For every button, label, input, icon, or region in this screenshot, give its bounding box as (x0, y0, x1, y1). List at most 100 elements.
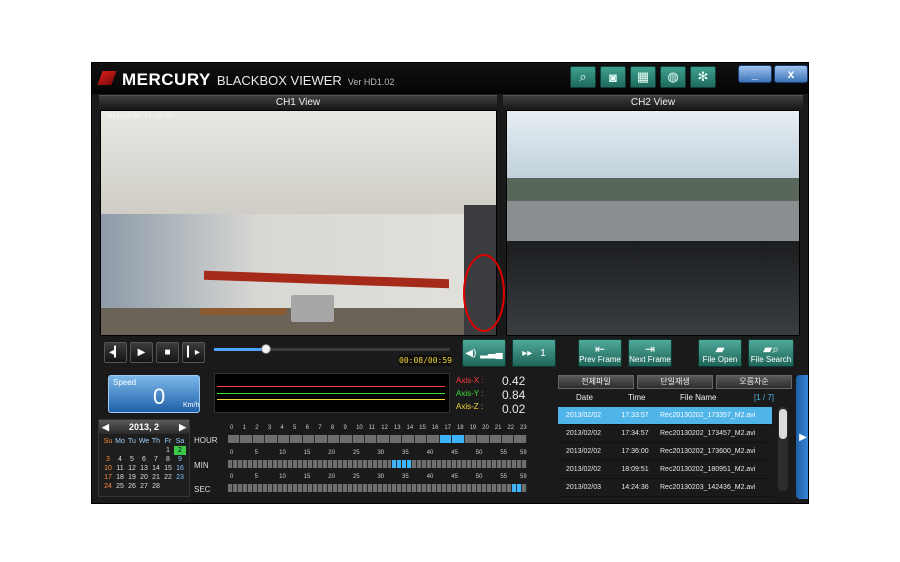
time-cell[interactable] (290, 435, 303, 443)
time-cell[interactable] (402, 435, 415, 443)
tab-all-files[interactable]: 전체파일 (558, 375, 634, 389)
time-cell[interactable] (302, 435, 316, 443)
calendar-day[interactable]: 15 (162, 464, 174, 473)
step-back-button[interactable]: ◂▎ (104, 342, 127, 363)
time-cell[interactable] (477, 435, 490, 443)
calendar-day[interactable]: 3 (102, 455, 114, 464)
tab-single-play[interactable]: 단일재생 (637, 375, 713, 389)
filelist-header: Date Time File Name [1 / 7] (558, 393, 792, 404)
time-cell[interactable] (501, 435, 515, 443)
time-cell[interactable] (377, 435, 390, 443)
time-cell[interactable] (514, 435, 527, 443)
calendar-day[interactable]: 8 (162, 455, 174, 464)
time-cell[interactable] (340, 435, 353, 443)
calendar-day[interactable]: 27 (138, 482, 150, 491)
tick-label: 40 (426, 450, 434, 456)
time-cell[interactable] (265, 435, 278, 443)
filelist-tabs: 전체파일 단일재생 오름차순 (558, 375, 792, 389)
file-search-button[interactable]: ▰⌕ File Search (748, 339, 794, 367)
calendar-day[interactable]: 18 (114, 473, 126, 482)
calendar-day[interactable]: 4 (114, 455, 126, 464)
step-forward-button[interactable]: ▎▸ (182, 342, 205, 363)
sec-bar[interactable] (228, 484, 528, 492)
zoom-icon[interactable]: ⌕ (570, 66, 596, 88)
calendar-day[interactable]: 20 (138, 473, 150, 482)
time-cell[interactable] (327, 435, 341, 443)
time-cell[interactable] (252, 435, 266, 443)
calendar-day[interactable]: 23 (174, 473, 186, 482)
calendar-day[interactable]: 10 (102, 464, 114, 473)
close-button[interactable]: x (774, 65, 808, 83)
file-row[interactable]: 2013/02/02 17:33:57 Rec20130202_173357_M2.… (558, 407, 772, 425)
time-cell[interactable] (489, 435, 502, 443)
time-cell[interactable] (352, 435, 365, 443)
calendar-day[interactable]: 25 (114, 482, 126, 491)
hour-bar[interactable] (228, 435, 527, 443)
play-button[interactable]: ▶ (130, 342, 153, 363)
file-search-label: File Search (750, 354, 792, 364)
time-cell[interactable] (522, 460, 528, 468)
calendar-day[interactable]: 13 (138, 464, 150, 473)
stop-button[interactable]: ■ (156, 342, 179, 363)
weekday-label: Th (151, 438, 161, 445)
calendar-day[interactable]: 17 (102, 473, 114, 482)
minimize-button[interactable]: _ (738, 65, 772, 83)
calendar-day[interactable]: 5 (126, 455, 138, 464)
header-pager[interactable]: [1 / 7] (754, 393, 774, 402)
ch2-video[interactable] (506, 110, 800, 336)
ch1-video[interactable]: 2013/02/02 17:33:57 ... (100, 110, 497, 336)
time-cell[interactable] (439, 435, 453, 443)
time-cell[interactable] (240, 435, 253, 443)
speed-button[interactable]: ▸▸ 1 (512, 339, 556, 367)
file-row[interactable]: 2013/02/02 17:34:57 Rec20130202_173457_M2.… (558, 425, 772, 443)
calendar-empty (126, 446, 138, 455)
file-row[interactable]: 2013/02/02 18:09:51 Rec20130202_180951_M2.… (558, 461, 772, 479)
tick-label: 0 (230, 474, 234, 480)
time-cell[interactable] (228, 435, 241, 443)
calendar-day[interactable]: 21 (150, 473, 162, 482)
time-cell[interactable] (452, 435, 465, 443)
calendar-day[interactable]: 16 (174, 464, 186, 473)
calendar-day[interactable]: 9 (174, 455, 186, 464)
time-cell[interactable] (277, 435, 291, 443)
next-frame-button[interactable]: ⇥ Next Frame (628, 339, 672, 367)
time-cell[interactable] (522, 484, 528, 492)
seek-bar[interactable] (214, 344, 450, 354)
calendar-day[interactable]: 11 (114, 464, 126, 473)
calendar-day[interactable]: 6 (138, 455, 150, 464)
time-cell[interactable] (389, 435, 403, 443)
calendar-day[interactable]: 26 (126, 482, 138, 491)
globe-icon[interactable]: ◍ (660, 66, 686, 88)
seek-handle[interactable] (260, 344, 271, 354)
panel-toggle[interactable]: ▶ (796, 375, 808, 499)
file-open-button[interactable]: ▰ File Open (698, 339, 742, 367)
calendar-day[interactable]: 19 (126, 473, 138, 482)
time-cell[interactable] (427, 435, 440, 443)
calendar-day[interactable]: 1 (162, 446, 174, 455)
prev-month-icon[interactable]: ◀ (102, 420, 109, 434)
calendar-day[interactable]: 22 (162, 473, 174, 482)
speed-value: 0 (153, 384, 166, 409)
time-cell[interactable] (464, 435, 478, 443)
scroll-thumb[interactable] (779, 409, 787, 439)
calendar-day[interactable]: 12 (126, 464, 138, 473)
filelist-scrollbar[interactable] (778, 407, 788, 491)
file-row[interactable]: 2013/02/02 17:36:00 Rec20130202_173600_M2.… (558, 443, 772, 461)
min-bar[interactable] (228, 460, 528, 468)
calendar-day[interactable]: 2 (174, 446, 186, 455)
time-cell[interactable] (414, 435, 428, 443)
calendar-day[interactable]: 14 (150, 464, 162, 473)
gear-icon[interactable]: ✻ (690, 66, 716, 88)
calendar-day[interactable]: 28 (150, 482, 162, 491)
tab-sort-ascending[interactable]: 오름차순 (716, 375, 792, 389)
time-cell[interactable] (315, 435, 328, 443)
file-row[interactable]: 2013/02/03 14:24:36 Rec20130203_142436_M2.… (558, 479, 772, 497)
calendar-day[interactable]: 24 (102, 482, 114, 491)
camera-icon[interactable]: ◙ (600, 66, 626, 88)
time-cell[interactable] (364, 435, 378, 443)
map-icon[interactable]: ▦ (630, 66, 656, 88)
prev-frame-button[interactable]: ⇤ Prev Frame (578, 339, 622, 367)
volume-button[interactable]: ◀) ▂▃▄ (462, 339, 506, 367)
calendar-day[interactable]: 7 (150, 455, 162, 464)
next-month-icon[interactable]: ▶ (179, 420, 186, 434)
